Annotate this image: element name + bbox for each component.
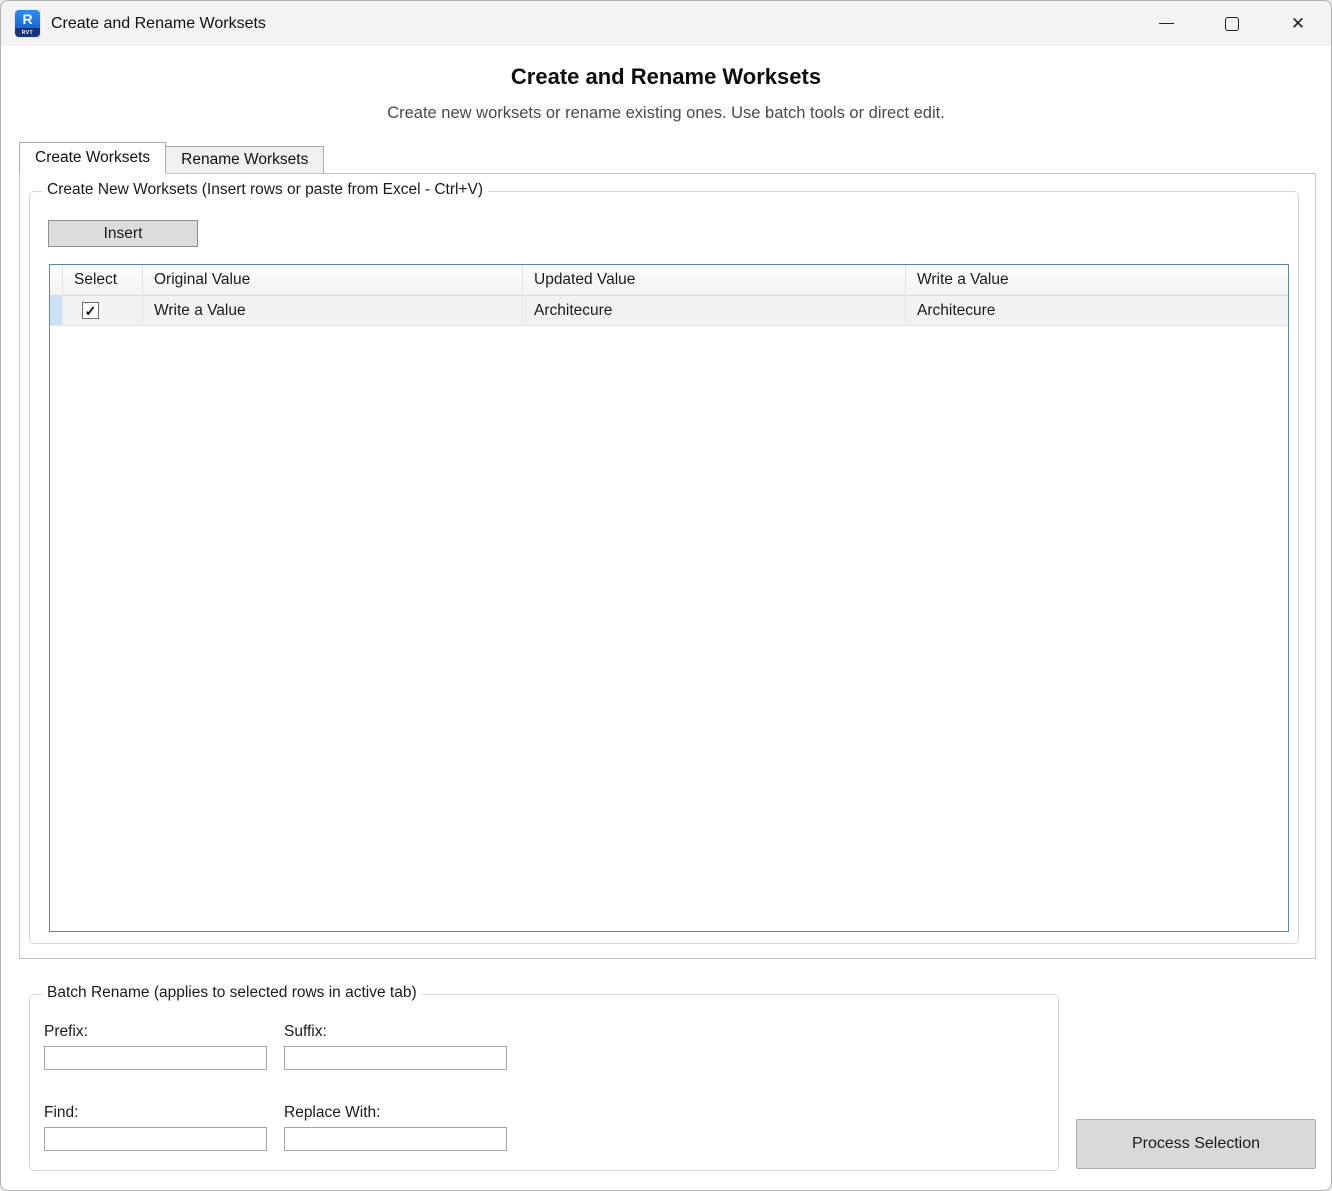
title-bar: R RVT Create and Rename Worksets ✕ <box>1 1 1331 46</box>
close-icon: ✕ <box>1291 15 1305 32</box>
create-new-worksets-groupbox: Create New Worksets (Insert rows or past… <box>29 191 1299 944</box>
replace-with-label: Replace With: <box>284 1104 508 1122</box>
window-controls: ✕ <box>1133 1 1331 46</box>
close-button[interactable]: ✕ <box>1265 1 1331 46</box>
prefix-input[interactable] <box>44 1046 267 1070</box>
prefix-field-group: Prefix: <box>44 1023 268 1070</box>
updated-value-cell[interactable]: Architecure <box>523 296 906 325</box>
create-worksets-tab-panel: Create New Worksets (Insert rows or past… <box>19 173 1316 959</box>
table-row[interactable]: ✓ Write a Value Architecure Architecure <box>50 296 1288 326</box>
column-header-updated-value[interactable]: Updated Value <box>523 265 906 296</box>
minimize-icon <box>1159 23 1174 24</box>
window-title: Create and Rename Worksets <box>51 15 266 33</box>
prefix-label: Prefix: <box>44 1023 268 1041</box>
create-new-worksets-group-label: Create New Worksets (Insert rows or past… <box>42 181 488 199</box>
original-value-cell[interactable]: Write a Value <box>143 296 523 325</box>
revit-icon-rvt-label: RVT <box>15 28 40 37</box>
tab-rename-worksets[interactable]: Rename Worksets <box>165 146 324 174</box>
select-cell[interactable]: ✓ <box>63 296 143 325</box>
replace-with-input[interactable] <box>284 1127 507 1151</box>
row-header-cell[interactable] <box>50 296 63 325</box>
grid-empty-area[interactable] <box>50 326 1288 931</box>
column-header-write-a-value[interactable]: Write a Value <box>906 265 1288 296</box>
find-field-group: Find: <box>44 1104 268 1151</box>
dialog-window: R RVT Create and Rename Worksets ✕ Creat… <box>0 0 1332 1191</box>
tab-strip: Create Worksets Rename Worksets <box>19 142 324 174</box>
write-a-value-cell[interactable]: Architecure <box>906 296 1288 325</box>
minimize-button[interactable] <box>1133 1 1199 46</box>
suffix-input[interactable] <box>284 1046 507 1070</box>
grid-header-row: Select Original Value Updated Value Writ… <box>50 265 1288 296</box>
insert-button[interactable]: Insert <box>48 220 198 247</box>
column-header-original-value[interactable]: Original Value <box>143 265 523 296</box>
revit-icon-letter: R <box>15 10 40 28</box>
suffix-label: Suffix: <box>284 1023 508 1041</box>
maximize-button[interactable] <box>1199 1 1265 46</box>
page-title: Create and Rename Worksets <box>1 64 1331 90</box>
grid-corner-header-cell[interactable] <box>50 265 63 296</box>
batch-rename-group-label: Batch Rename (applies to selected rows i… <box>42 984 422 1002</box>
revit-app-icon: R RVT <box>15 10 40 37</box>
maximize-icon <box>1225 17 1239 31</box>
replace-with-field-group: Replace With: <box>284 1104 508 1151</box>
row-select-checkbox[interactable]: ✓ <box>82 302 99 319</box>
column-header-select[interactable]: Select <box>63 265 143 296</box>
tab-create-worksets[interactable]: Create Worksets <box>19 142 166 174</box>
suffix-field-group: Suffix: <box>284 1023 508 1070</box>
page-subtitle: Create new worksets or rename existing o… <box>1 104 1331 123</box>
find-label: Find: <box>44 1104 268 1122</box>
find-input[interactable] <box>44 1127 267 1151</box>
batch-rename-groupbox: Batch Rename (applies to selected rows i… <box>29 994 1059 1171</box>
process-selection-button[interactable]: Process Selection <box>1076 1119 1316 1169</box>
worksets-data-grid: Select Original Value Updated Value Writ… <box>49 264 1289 932</box>
